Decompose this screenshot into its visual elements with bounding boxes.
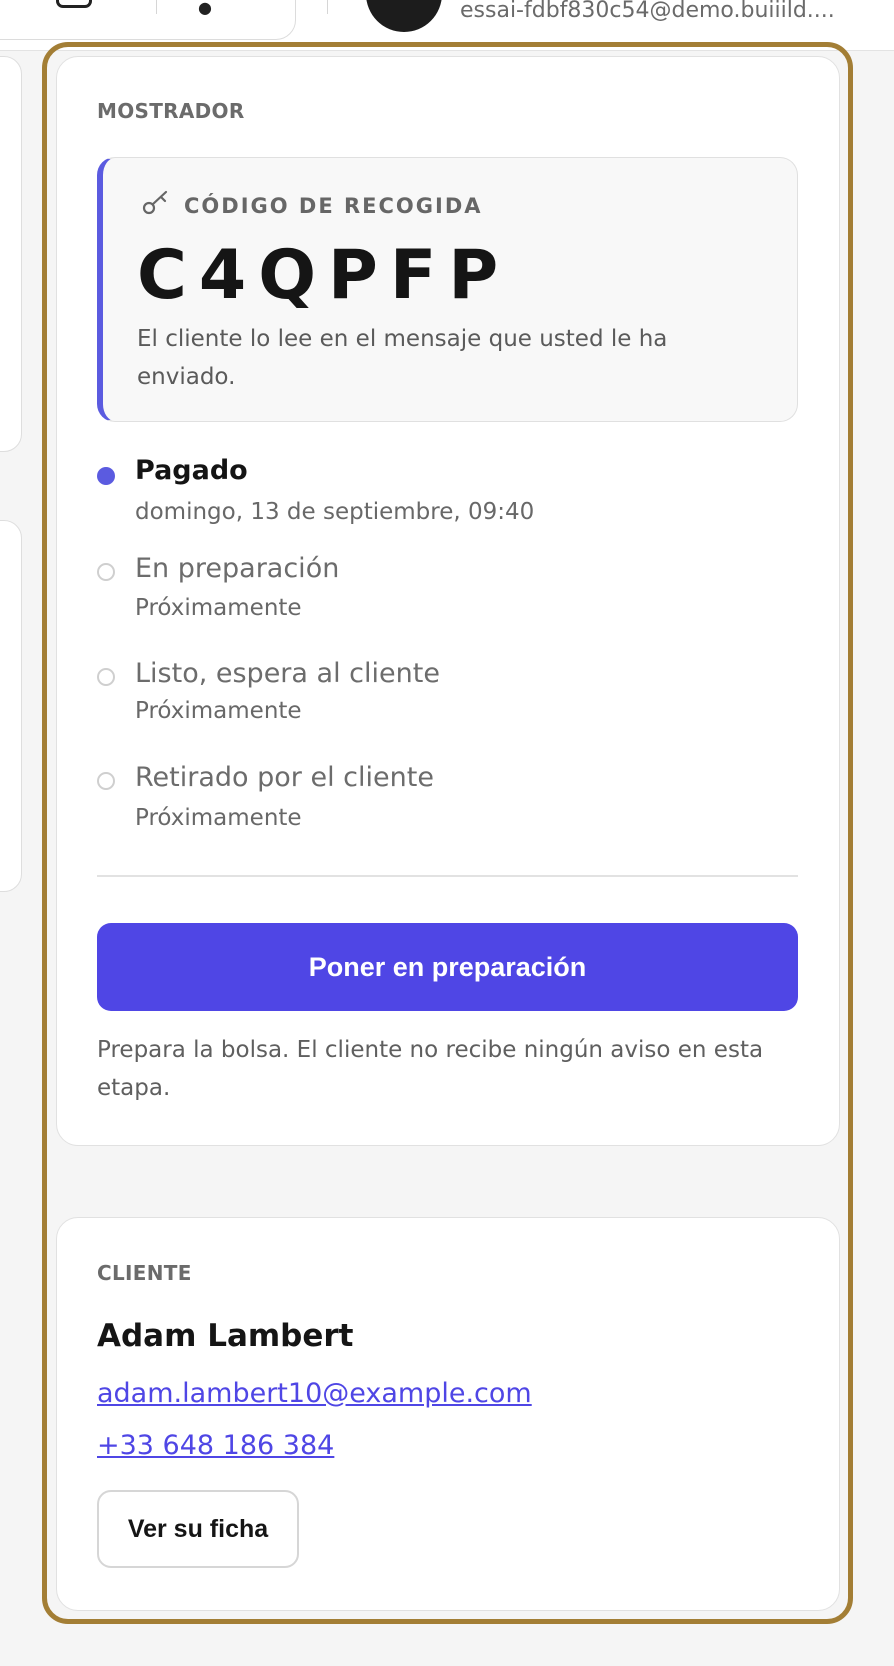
status-dot-pending	[97, 563, 115, 581]
status-dot-active	[97, 467, 115, 485]
section-title: CLIENTE	[97, 1261, 192, 1285]
key-icon	[142, 190, 168, 215]
side-card	[0, 56, 22, 452]
chevron-icon[interactable]: ●	[198, 0, 212, 17]
pickup-code: C4QPFP	[137, 236, 511, 315]
start-preparation-button[interactable]: Poner en preparación	[97, 923, 798, 1011]
step-title: Pagado	[135, 455, 248, 486]
user-email: essai-fdbf830c54@demo.buiiild....	[460, 0, 835, 23]
calendar-icon[interactable]	[56, 0, 92, 8]
client-email-link[interactable]: adam.lambert10@example.com	[97, 1378, 532, 1409]
pickup-code-box: CÓDIGO DE RECOGIDA C4QPFP El cliente lo …	[97, 157, 798, 422]
pickup-code-note: El cliente lo lee en el mensaje que uste…	[137, 326, 668, 390]
step-subtitle: domingo, 13 de septiembre, 09:40	[135, 499, 535, 525]
section-title: MOSTRADOR	[97, 99, 245, 123]
side-card	[0, 520, 22, 892]
step-subtitle: Próximamente	[135, 805, 302, 831]
avatar[interactable]	[366, 0, 442, 32]
step-title: Listo, espera al cliente	[135, 658, 440, 689]
pickup-code-label: CÓDIGO DE RECOGIDA	[184, 194, 483, 218]
client-name: Adam Lambert	[97, 1318, 354, 1354]
client-card: CLIENTE Adam Lambert adam.lambert10@exam…	[56, 1217, 840, 1611]
toolbar-divider	[156, 0, 157, 14]
divider	[97, 875, 798, 877]
step-subtitle: Próximamente	[135, 698, 302, 724]
step-title: Retirado por el cliente	[135, 762, 434, 793]
toolbar-divider	[327, 0, 328, 14]
client-phone-link[interactable]: +33 648 186 384	[97, 1430, 334, 1461]
toolbar-pill	[0, 0, 296, 40]
counter-card: MOSTRADOR CÓDIGO DE RECOGIDA C4QPFP El c…	[56, 56, 840, 1146]
status-dot-pending	[97, 668, 115, 686]
status-dot-pending	[97, 772, 115, 790]
step-subtitle: Próximamente	[135, 595, 302, 621]
step-title: En preparación	[135, 553, 340, 584]
view-profile-button[interactable]: Ver su ficha	[97, 1490, 299, 1568]
action-note: Prepara la bolsa. El cliente no recibe n…	[97, 1037, 764, 1101]
